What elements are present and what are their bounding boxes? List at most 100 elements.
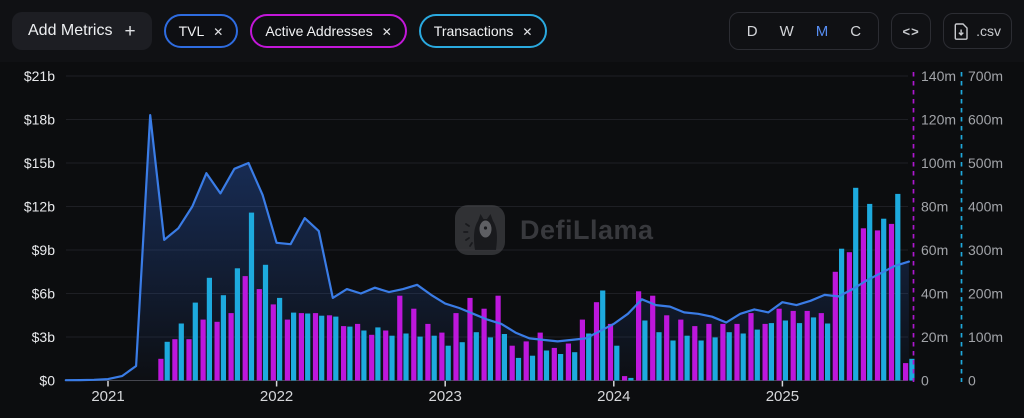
transactions-bar <box>221 295 226 380</box>
transactions-bar <box>347 327 352 381</box>
active-addresses-bar <box>201 320 206 381</box>
transactions-bar <box>333 317 338 381</box>
active-addresses-axis-label: 40m <box>921 286 948 302</box>
x-axis-year-label: 2024 <box>597 388 630 405</box>
transactions-bar <box>488 337 493 380</box>
active-addresses-bar <box>425 324 430 381</box>
transactions-bar <box>713 337 718 380</box>
metric-pill-tvl: TVL ✕ <box>164 14 239 48</box>
transactions-bar <box>263 265 268 381</box>
x-axis-year-label: 2023 <box>429 388 462 405</box>
transactions-bar <box>867 204 872 381</box>
transactions-bar <box>502 334 507 381</box>
transactions-bar <box>389 336 394 381</box>
transactions-bar <box>895 194 900 381</box>
tvl-axis-label: $15b <box>24 155 55 171</box>
active-addresses-bar <box>341 326 346 380</box>
transactions-bar <box>727 332 732 380</box>
transactions-bar <box>418 337 423 381</box>
active-addresses-bar <box>819 313 824 380</box>
x-axis-year-label: 2025 <box>766 388 799 405</box>
transactions-bar <box>839 249 844 381</box>
transactions-bar <box>853 188 858 381</box>
active-addresses-bar <box>158 359 163 381</box>
transactions-bar <box>235 268 240 380</box>
download-csv-button[interactable]: .csv <box>943 13 1012 49</box>
active-addresses-bar <box>299 313 304 380</box>
tvl-axis-label: $21b <box>24 68 55 84</box>
active-addresses-bar <box>650 296 655 381</box>
active-addresses-bar <box>706 324 711 381</box>
active-addresses-bar <box>327 315 332 380</box>
range-weekly-button[interactable]: W <box>769 23 805 40</box>
tvl-axis-label: $6b <box>32 286 56 302</box>
transactions-axis-label: 100m <box>968 329 1003 345</box>
plus-icon: + <box>124 22 135 41</box>
active-addresses-axis-label: 100m <box>921 155 956 171</box>
active-addresses-bar <box>453 313 458 380</box>
transactions-bar <box>291 313 296 381</box>
transactions-bar <box>699 341 704 381</box>
transactions-bar <box>207 278 212 381</box>
range-cumulative-button[interactable]: C <box>839 23 872 40</box>
active-addresses-bar <box>411 309 416 381</box>
active-addresses-axis-label: 60m <box>921 242 948 258</box>
active-addresses-bar <box>243 276 248 380</box>
range-daily-button[interactable]: D <box>736 23 769 40</box>
transactions-bar <box>544 351 549 381</box>
transactions-bar <box>670 341 675 381</box>
active-addresses-bar <box>777 309 782 381</box>
active-addresses-bar <box>186 339 191 380</box>
active-addresses-bar <box>734 324 739 381</box>
transactions-axis-label: 700m <box>968 68 1003 84</box>
transactions-bar <box>614 346 619 381</box>
transactions-bar <box>825 324 830 381</box>
transactions-axis-label: 400m <box>968 199 1003 215</box>
metric-pill-label: Transactions <box>434 23 514 39</box>
transactions-bar <box>783 321 788 381</box>
tvl-axis-label: $9b <box>32 242 56 258</box>
transactions-axis-label: 200m <box>968 286 1003 302</box>
range-monthly-button[interactable]: M <box>805 23 840 40</box>
transactions-bar <box>165 342 170 381</box>
remove-icon[interactable]: ✕ <box>522 25 532 38</box>
active-addresses-bar <box>439 333 444 381</box>
transactions-bar <box>305 314 310 381</box>
active-addresses-bar <box>467 298 472 381</box>
transactions-bar <box>361 331 366 381</box>
tvl-area-fill <box>66 115 909 380</box>
transactions-bar <box>249 213 254 381</box>
tvl-axis-label: $12b <box>24 199 55 215</box>
active-addresses-bar <box>397 296 402 381</box>
x-axis-year-label: 2021 <box>91 388 124 405</box>
metric-pill-label: TVL <box>179 23 205 39</box>
add-metrics-button[interactable]: Add Metrics + <box>12 12 152 50</box>
active-addresses-axis-label: 140m <box>921 68 956 84</box>
active-addresses-bar <box>664 315 669 380</box>
transactions-bar <box>628 378 633 381</box>
active-addresses-bar <box>566 344 571 381</box>
chart-canvas[interactable]: 20212022202320242025$21b$18b$15b$12b$9b$… <box>0 0 1024 418</box>
remove-icon[interactable]: ✕ <box>382 25 392 38</box>
transactions-bar <box>797 323 802 380</box>
metric-pill-active-addresses: Active Addresses ✕ <box>250 14 406 48</box>
transactions-bar <box>277 298 282 381</box>
active-addresses-bar <box>271 304 276 380</box>
active-addresses-bar <box>608 324 613 381</box>
transactions-bar <box>558 354 563 381</box>
transactions-bar <box>193 303 198 381</box>
active-addresses-bar <box>847 252 852 380</box>
transactions-axis-label: 0 <box>968 373 976 389</box>
active-addresses-bar <box>355 324 360 381</box>
remove-icon[interactable]: ✕ <box>213 25 223 38</box>
active-addresses-bar <box>875 230 880 380</box>
active-addresses-bar <box>678 320 683 381</box>
active-addresses-bar <box>285 320 290 381</box>
toolbar: Add Metrics + TVL ✕ Active Addresses ✕ T… <box>0 0 1024 62</box>
transactions-bar <box>642 321 647 381</box>
embed-code-icon: <> <box>903 24 920 39</box>
active-addresses-bar <box>622 376 627 380</box>
embed-button[interactable]: <> <box>891 13 931 49</box>
active-addresses-bar <box>861 228 866 380</box>
transactions-axis-label: 500m <box>968 155 1003 171</box>
